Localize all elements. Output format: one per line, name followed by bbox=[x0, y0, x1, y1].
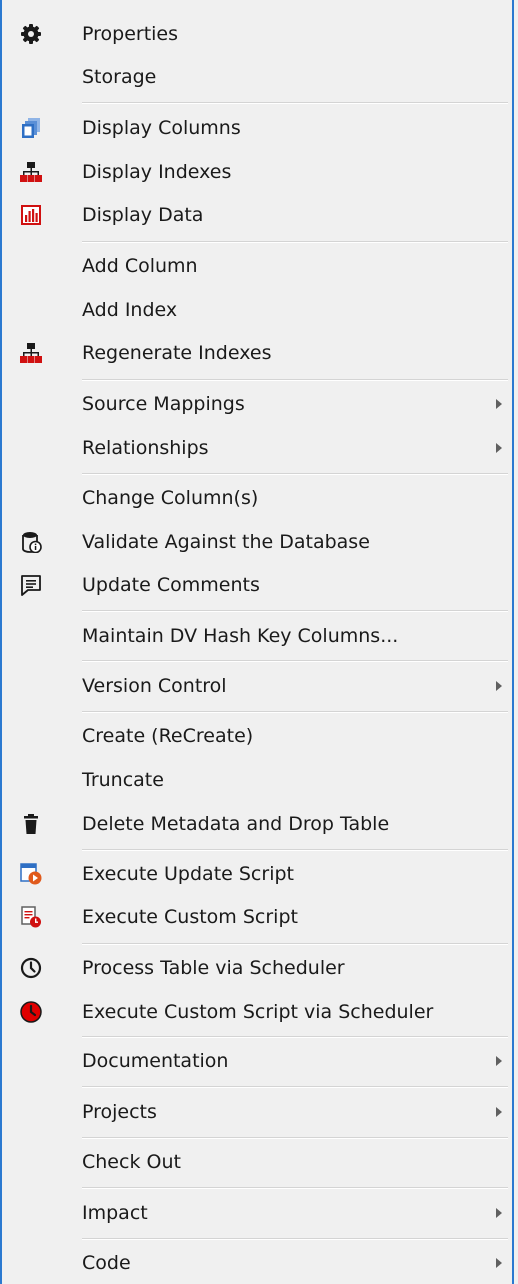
menu-item-label: Add Column bbox=[82, 255, 198, 277]
menu-item-label: Source Mappings bbox=[82, 393, 245, 415]
menu-item-label: Update Comments bbox=[82, 574, 260, 596]
menu-separator bbox=[82, 1238, 508, 1240]
menu-separator bbox=[82, 379, 508, 381]
menu-item-impact[interactable]: Impact bbox=[2, 1193, 512, 1233]
menu-item-regenerate-indexes[interactable]: Regenerate Indexes bbox=[2, 333, 512, 373]
menu-item-label: Add Index bbox=[82, 299, 178, 321]
menu-item-label: Execute Custom Script via Scheduler bbox=[82, 1001, 434, 1023]
menu-item-label: Process Table via Scheduler bbox=[82, 957, 345, 979]
clock-icon bbox=[20, 957, 42, 979]
menu-item-label: Display Data bbox=[82, 204, 204, 226]
menu-item-label: Properties bbox=[82, 23, 179, 45]
menu-item-label: Storage bbox=[82, 66, 157, 88]
submenu-arrow-icon bbox=[496, 681, 502, 691]
execute-update-script-icon bbox=[20, 863, 42, 885]
menu-item-label: Documentation bbox=[82, 1050, 229, 1072]
submenu-arrow-icon bbox=[496, 1056, 502, 1066]
comment-icon bbox=[20, 574, 42, 596]
submenu-arrow-icon bbox=[496, 1107, 502, 1117]
menu-separator bbox=[82, 1086, 508, 1088]
display-columns-icon bbox=[20, 117, 42, 139]
menu-item-label: Execute Custom Script bbox=[82, 906, 298, 928]
execute-custom-script-icon bbox=[20, 906, 42, 928]
menu-item-documentation[interactable]: Documentation bbox=[2, 1041, 512, 1081]
menu-item-add-column[interactable]: Add Column bbox=[2, 246, 512, 286]
submenu-arrow-icon bbox=[496, 443, 502, 453]
menu-item-label: Display Columns bbox=[82, 117, 241, 139]
menu-item-relationships[interactable]: Relationships bbox=[2, 428, 512, 468]
menu-separator bbox=[82, 711, 508, 713]
submenu-arrow-icon bbox=[496, 399, 502, 409]
menu-item-label: Projects bbox=[82, 1101, 157, 1123]
menu-item-execute-custom-script-via-scheduler[interactable]: Execute Custom Script via Scheduler bbox=[2, 992, 512, 1032]
indexes-hierarchy-icon bbox=[20, 342, 42, 364]
menu-item-storage[interactable]: Storage bbox=[2, 57, 512, 97]
menu-item-projects[interactable]: Projects bbox=[2, 1092, 512, 1132]
menu-item-code[interactable]: Code bbox=[2, 1243, 512, 1283]
menu-item-change-columns[interactable]: Change Column(s) bbox=[2, 478, 512, 518]
menu-item-label: Change Column(s) bbox=[82, 487, 259, 509]
menu-item-update-comments[interactable]: Update Comments bbox=[2, 565, 512, 605]
submenu-arrow-icon bbox=[496, 1258, 502, 1268]
menu-item-label: Check Out bbox=[82, 1151, 181, 1173]
menu-separator bbox=[82, 660, 508, 662]
menu-separator bbox=[82, 473, 508, 475]
indexes-hierarchy-icon bbox=[20, 161, 42, 183]
menu-item-execute-custom-script[interactable]: Execute Custom Script bbox=[2, 897, 512, 937]
menu-separator bbox=[82, 241, 508, 243]
menu-item-label: Delete Metadata and Drop Table bbox=[82, 813, 390, 835]
menu-item-label: Create (ReCreate) bbox=[82, 725, 254, 747]
menu-item-label: Regenerate Indexes bbox=[82, 342, 272, 364]
menu-separator bbox=[82, 849, 508, 851]
menu-item-label: Code bbox=[82, 1252, 131, 1274]
bar-chart-icon bbox=[20, 204, 42, 226]
menu-item-display-data[interactable]: Display Data bbox=[2, 195, 512, 235]
menu-separator bbox=[82, 1187, 508, 1189]
menu-item-label: Execute Update Script bbox=[82, 863, 294, 885]
menu-separator bbox=[82, 1036, 508, 1038]
menu-item-process-table-via-scheduler[interactable]: Process Table via Scheduler bbox=[2, 948, 512, 988]
menu-item-source-mappings[interactable]: Source Mappings bbox=[2, 384, 512, 424]
menu-item-display-indexes[interactable]: Display Indexes bbox=[2, 152, 512, 192]
menu-item-label: Validate Against the Database bbox=[82, 531, 370, 553]
menu-separator bbox=[82, 610, 508, 612]
submenu-arrow-icon bbox=[496, 1208, 502, 1218]
menu-item-label: Display Indexes bbox=[82, 161, 232, 183]
menu-item-properties[interactable]: Properties bbox=[2, 14, 512, 54]
menu-item-execute-update-script[interactable]: Execute Update Script bbox=[2, 854, 512, 894]
menu-item-display-columns[interactable]: Display Columns bbox=[2, 108, 512, 148]
trash-icon bbox=[20, 813, 42, 835]
menu-item-label: Version Control bbox=[82, 675, 227, 697]
menu-item-add-index[interactable]: Add Index bbox=[2, 290, 512, 330]
menu-item-truncate[interactable]: Truncate bbox=[2, 760, 512, 800]
gear-icon bbox=[20, 23, 42, 45]
red-clock-icon bbox=[20, 1001, 42, 1023]
menu-item-maintain-dv-hash-key-columns[interactable]: Maintain DV Hash Key Columns... bbox=[2, 616, 512, 656]
menu-item-check-out[interactable]: Check Out bbox=[2, 1142, 512, 1182]
menu-item-validate-against-database[interactable]: Validate Against the Database bbox=[2, 522, 512, 562]
menu-item-create-recreate[interactable]: Create (ReCreate) bbox=[2, 716, 512, 756]
menu-item-label: Maintain DV Hash Key Columns... bbox=[82, 625, 399, 647]
context-menu: Properties Storage Display Columns Displ… bbox=[0, 0, 514, 1284]
menu-item-delete-metadata-drop-table[interactable]: Delete Metadata and Drop Table bbox=[2, 804, 512, 844]
menu-item-label: Relationships bbox=[82, 437, 209, 459]
menu-separator bbox=[82, 1137, 508, 1139]
menu-item-label: Impact bbox=[82, 1202, 148, 1224]
menu-item-version-control[interactable]: Version Control bbox=[2, 666, 512, 706]
database-info-icon bbox=[20, 531, 42, 553]
menu-item-label: Truncate bbox=[82, 769, 164, 791]
menu-separator bbox=[82, 102, 508, 104]
menu-separator bbox=[82, 943, 508, 945]
